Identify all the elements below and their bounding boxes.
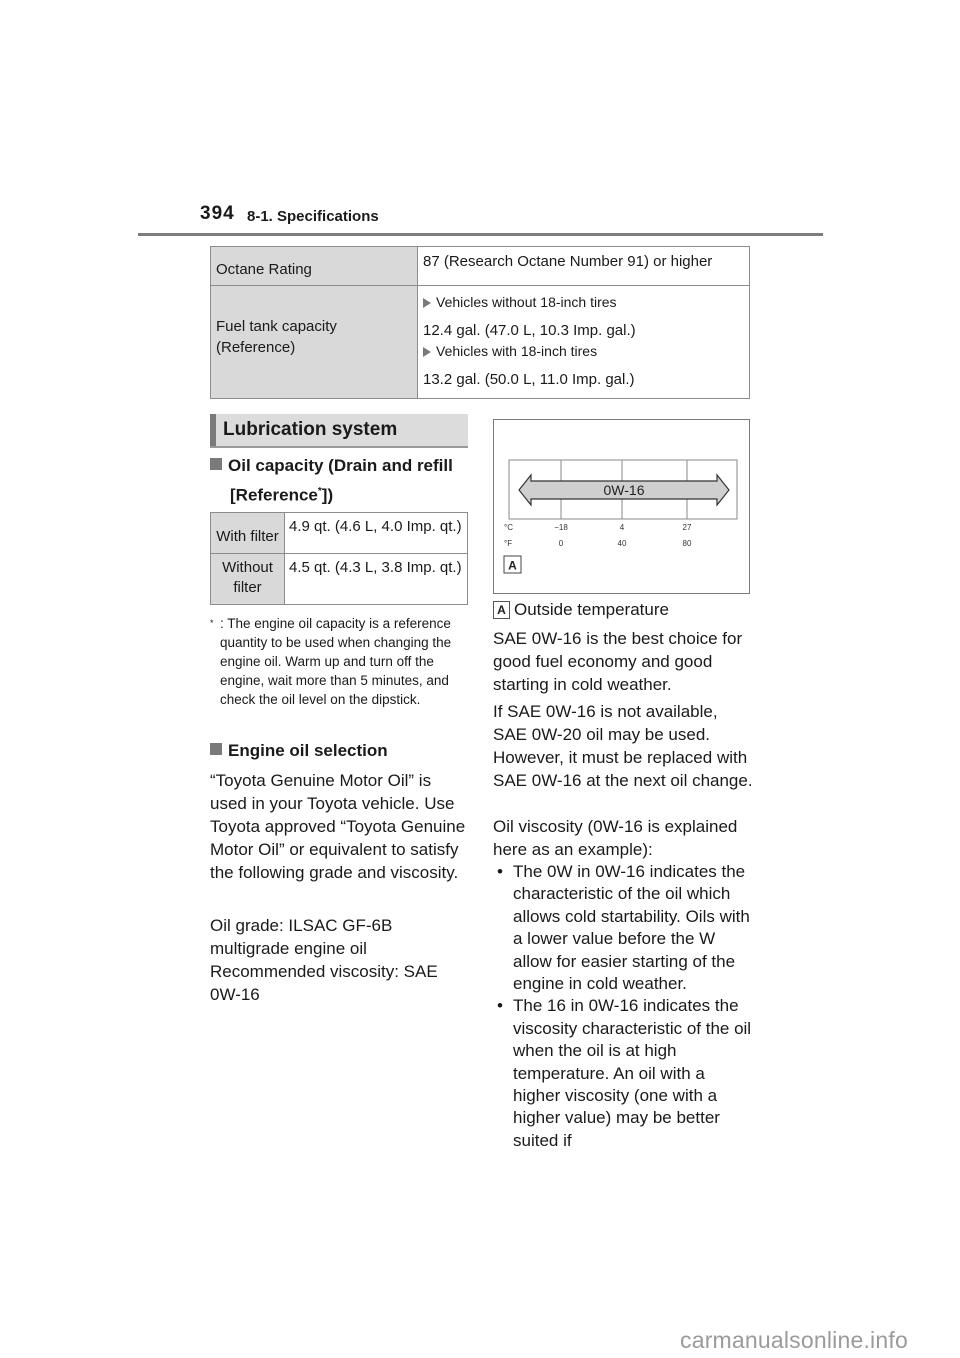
table-row: Octane Rating 87 (Research Octane Number… [210,246,750,286]
triangle-bullet-icon [423,346,431,357]
viscosity-chart-svg: 0W-16 °C −18 4 27 °F 0 40 80 A [503,459,738,574]
lubrication-heading-text: Lubrication system [223,419,398,440]
callout-label: A [508,559,517,573]
page-number: 394 [200,203,235,224]
list-item: • The 16 in 0W-16 indicates the viscosity… [497,996,752,1150]
paragraph: Oil grade: ILSAC GF-6B multigrade engine… [210,916,393,958]
without-filter-label: Without filter [222,559,273,596]
fahrenheit-tick-label: 0 [559,539,564,548]
bullet-icon: • [497,862,503,881]
celsius-tick-label: −18 [554,523,568,532]
fahrenheit-tick-label: 80 [683,539,692,548]
header-divider [138,233,823,236]
callout-key: A [493,601,510,619]
celsius-tick-label: 4 [620,523,625,532]
celsius-tick-label: 27 [683,523,692,532]
celsius-unit-label: °C [504,523,513,532]
table-row: Without filter 4.5 qt. (4.3 L, 3.8 Imp. … [210,553,468,605]
with-filter-value: 4.9 qt. (4.6 L, 4.0 Imp. qt.) [289,518,462,535]
variant-condition: Vehicles without 18-inch tires [423,293,744,312]
variant-amount: 13.2 gal. (50.0 L, 11.0 Imp. gal.) [423,371,635,388]
viscosity-grade-label: 0W-16 [604,482,645,498]
paragraph: Oil viscosity (0W-16 is explained here a… [493,817,738,859]
table-row: With filter 4.9 qt. (4.6 L, 4.0 Imp. qt.… [210,512,468,554]
diagram-legend: A Outside temperature [493,599,669,621]
octane-label: Octane Rating [216,261,312,278]
footnote-text: : The engine oil capacity is a reference… [220,616,452,707]
viscosity-bullet-list: • The 0W in 0W-16 indicates the character… [493,861,755,1152]
fahrenheit-tick-label: 40 [618,539,627,548]
footnote: * : The engine oil capacity is a referen… [210,614,466,709]
watermark: carmanualsonline.info [680,1327,908,1353]
viscosity-temperature-diagram: 0W-16 °C −18 4 27 °F 0 40 80 A [493,419,750,594]
with-filter-label: With filter [216,528,279,545]
list-item: • The 0W in 0W-16 indicates the character… [497,862,750,994]
paragraph: SAE 0W-16 is the best choice for good fu… [493,629,743,694]
heading-accent-bar [210,414,216,446]
square-bullet-icon [210,458,222,470]
footnote-mark: * [210,618,214,628]
fahrenheit-unit-label: °F [504,539,512,548]
octane-value: 87 (Research Octane Number 91) or higher [423,253,713,270]
oil-capacity-table: With filter 4.9 qt. (4.6 L, 4.0 Imp. qt.… [210,512,468,605]
lubrication-heading: Lubrication system [210,414,468,448]
variant-condition: Vehicles with 18-inch tires [423,342,744,361]
table-row: Fuel tank capacity (Reference) Vehicles … [210,285,750,399]
paragraph: Recommended viscosity: SAE 0W-16 [210,962,438,1004]
paragraph: “Toyota Genuine Motor Oil” is used in yo… [210,771,466,882]
section-title: 8-1. Specifications [247,208,379,225]
fuel-tank-label-line1: Fuel tank capacity [216,318,337,335]
oil-capacity-heading: Oil capacity (Drain and refill [Referenc… [210,453,453,509]
square-bullet-icon [210,743,222,755]
bullet-icon: • [497,996,503,1016]
without-filter-value: 4.5 qt. (4.3 L, 3.8 Imp. qt.) [289,559,462,576]
legend-text: Outside temperature [514,600,669,619]
fuel-spec-table: Octane Rating 87 (Research Octane Number… [210,246,750,399]
paragraph: If SAE 0W-16 is not available, SAE 0W-20… [493,702,753,790]
fuel-tank-label: Fuel tank capacity (Reference) [211,286,417,364]
engine-oil-selection-heading: Engine oil selection [210,738,388,764]
fuel-tank-label-line2: (Reference) [216,339,296,356]
variant-amount: 12.4 gal. (47.0 L, 10.3 Imp. gal.) [423,322,636,339]
triangle-bullet-icon [423,297,431,308]
